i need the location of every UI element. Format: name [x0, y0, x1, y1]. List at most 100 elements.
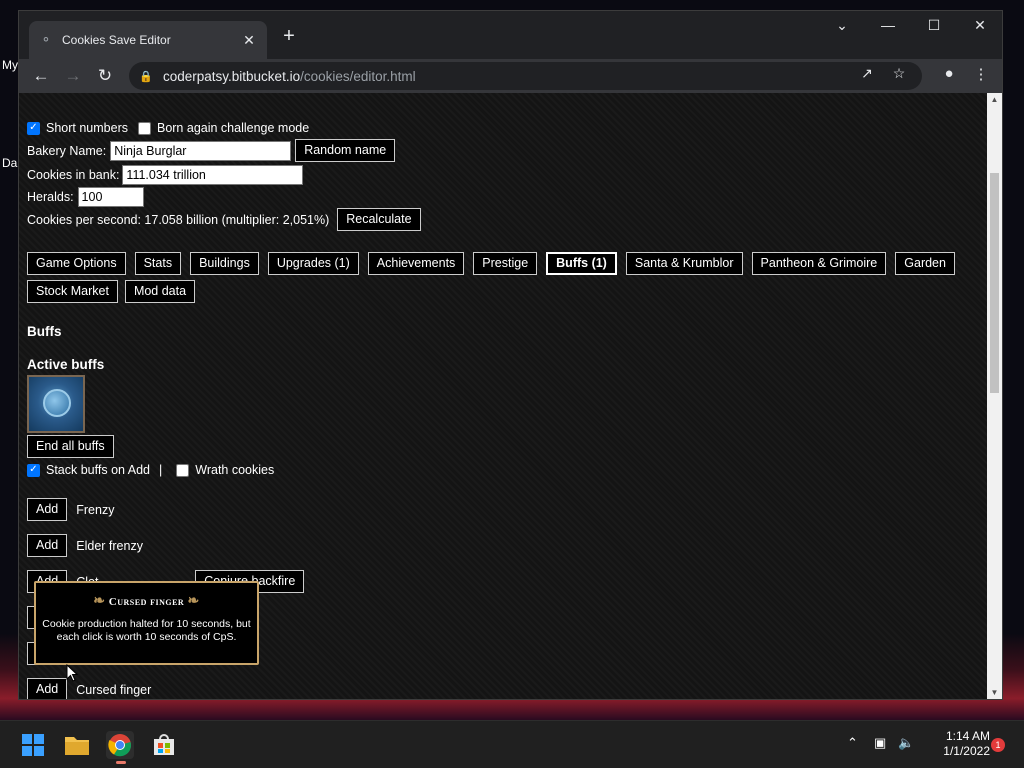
buff-row-frenzy: Add Frenzy — [27, 498, 114, 521]
profile-icon[interactable]: ● — [937, 65, 961, 82]
tab-search-icon[interactable]: ⌄ — [827, 17, 857, 34]
active-buffs-title: Active buffs — [27, 357, 105, 372]
wrath-cookies-checkbox[interactable] — [176, 463, 190, 477]
tab-prestige[interactable]: Prestige — [473, 252, 538, 275]
globe-icon: ⚬ — [40, 32, 52, 47]
close-window-button[interactable]: ✕ — [965, 17, 995, 34]
buff-name: Elder frenzy — [76, 538, 143, 553]
chrome-icon[interactable] — [106, 731, 134, 764]
bakery-name-input[interactable] — [110, 140, 292, 161]
new-tab-button[interactable]: + — [277, 25, 301, 48]
volume-icon[interactable]: 🔈 — [898, 735, 914, 751]
buff-row-elder-frenzy: Add Elder frenzy — [27, 534, 143, 557]
buff-name: Cursed finger — [76, 682, 152, 697]
born-again-label: Born again challenge mode — [156, 121, 310, 135]
end-all-buffs-button[interactable]: End all buffs — [27, 435, 114, 458]
editor-page: ✓ Short numbers Born again challenge mod… — [19, 93, 988, 699]
share-icon[interactable]: ↗ — [855, 65, 879, 82]
cookies-bank-input[interactable] — [122, 165, 304, 185]
cps-text: Cookies per second: 17.058 billion (mult… — [27, 212, 330, 227]
menu-icon[interactable]: ⋮ — [969, 65, 993, 83]
minimize-button[interactable]: — — [873, 17, 903, 33]
buff-tooltip: ❧ Cursed finger ❧ Cookie production halt… — [34, 581, 259, 665]
tab-buildings[interactable]: Buildings — [190, 252, 259, 275]
tab-buffs[interactable]: Buffs (1) — [546, 252, 617, 275]
file-explorer-icon[interactable] — [63, 731, 91, 759]
bookmark-star-icon[interactable]: ☆ — [887, 65, 911, 82]
browser-toolbar: ← → ↻ 🔒 coderpatsy.bitbucket.io/cookies/… — [19, 59, 1002, 93]
tab-row-1: Game Options Stats Buildings Upgrades (1… — [27, 252, 955, 275]
maximize-button[interactable]: ☐ — [919, 17, 949, 34]
tab-row-2: Stock Market Mod data — [27, 280, 196, 303]
cookies-bank-label: Cookies in bank: — [27, 168, 120, 182]
random-name-button[interactable]: Random name — [295, 139, 396, 162]
add-buff-button[interactable]: Add — [27, 534, 68, 557]
tab-game-options[interactable]: Game Options — [27, 252, 126, 275]
short-numbers-checkbox[interactable]: ✓ — [27, 121, 40, 135]
date: 1/1/2022 — [943, 744, 990, 758]
store-icon[interactable] — [150, 731, 178, 759]
tab-upgrades[interactable]: Upgrades (1) — [267, 252, 359, 275]
active-app-indicator — [116, 761, 126, 764]
taskbar: ⌃ ▣ 🔈 1:14 AM 1/1/2022 1 — [0, 720, 1024, 768]
add-buff-button[interactable]: Add — [27, 678, 68, 699]
lock-icon[interactable]: 🔒 — [139, 70, 153, 83]
tooltip-description: Cookie production halted for 10 seconds,… — [42, 618, 251, 643]
heralds-label: Heralds: — [27, 190, 74, 204]
address-bar[interactable]: 🔒 coderpatsy.bitbucket.io/cookies/editor… — [129, 62, 922, 90]
section-title: Buffs — [27, 324, 62, 339]
short-numbers-label: Short numbers — [46, 121, 128, 135]
tab-stock-market[interactable]: Stock Market — [27, 280, 118, 303]
born-again-checkbox[interactable] — [137, 121, 151, 135]
cps-row: Cookies per second: 17.058 billion (mult… — [27, 208, 421, 231]
heralds-input[interactable] — [77, 187, 144, 207]
stack-buffs-checkbox[interactable]: ✓ — [27, 463, 40, 477]
scrollbar-thumb[interactable] — [990, 173, 999, 393]
recalculate-button[interactable]: Recalculate — [337, 208, 421, 231]
back-button[interactable]: ← — [29, 65, 53, 87]
scroll-down-arrow-icon[interactable]: ▼ — [987, 688, 1002, 697]
url-host: coderpatsy.bitbucket.io — [163, 68, 301, 84]
buff-name: Frenzy — [76, 502, 115, 517]
network-icon[interactable]: ▣ — [874, 735, 886, 751]
desktop-icon-label[interactable]: Da — [2, 156, 17, 170]
wrath-cookies-label: Wrath cookies — [195, 463, 275, 477]
tab-santa-krumblor[interactable]: Santa & Krumblor — [625, 252, 743, 275]
end-buffs-row: End all buffs — [27, 435, 114, 458]
forward-button[interactable]: → — [61, 65, 85, 87]
bakery-name-label: Bakery Name: — [27, 143, 107, 158]
page-scrollbar[interactable]: ▲ ▼ — [987, 93, 1002, 699]
tooltip-title-text: Cursed finger — [108, 596, 185, 608]
browser-window: ⚬ Cookies Save Editor ✕ + ⌄ — ☐ ✕ ← → ↻ … — [18, 10, 1003, 700]
ornament-icon: ❧ — [187, 594, 200, 609]
close-tab-icon[interactable]: ✕ — [241, 32, 257, 49]
tab-strip: ⚬ Cookies Save Editor ✕ + ⌄ — ☐ ✕ — [19, 11, 1002, 59]
separator: | — [159, 463, 163, 477]
time: 1:14 AM — [945, 729, 990, 743]
scroll-up-arrow-icon[interactable]: ▲ — [987, 95, 1002, 104]
cookies-bank-row: Cookies in bank: — [27, 165, 304, 185]
desktop-icon-label[interactable]: My — [2, 58, 18, 72]
options-row: ✓ Short numbers Born again challenge mod… — [27, 121, 309, 135]
buff-orb-icon — [43, 389, 71, 417]
add-buff-button[interactable]: Add — [27, 498, 68, 521]
chevron-up-icon[interactable]: ⌃ — [847, 735, 858, 751]
heralds-row: Heralds: — [27, 187, 144, 207]
browser-tab[interactable]: ⚬ Cookies Save Editor ✕ — [29, 21, 267, 59]
tab-garden[interactable]: Garden — [895, 252, 955, 275]
tooltip-title: ❧ Cursed finger ❧ — [36, 593, 257, 610]
active-buff-icon[interactable] — [27, 375, 85, 433]
buff-options-row: ✓ Stack buffs on Add | Wrath cookies — [27, 463, 274, 477]
reload-button[interactable]: ↻ — [93, 65, 117, 87]
notification-badge[interactable]: 1 — [991, 738, 1005, 752]
tab-pantheon-grimoire[interactable]: Pantheon & Grimoire — [751, 252, 887, 275]
clock[interactable]: 1:14 AM 1/1/2022 — [943, 729, 990, 759]
start-icon[interactable] — [19, 731, 47, 759]
tab-stats[interactable]: Stats — [134, 252, 182, 275]
ornament-icon: ❧ — [93, 594, 106, 609]
tab-title: Cookies Save Editor — [62, 33, 171, 47]
tab-mod-data[interactable]: Mod data — [124, 280, 196, 303]
stack-buffs-label: Stack buffs on Add — [46, 463, 151, 477]
tab-achievements[interactable]: Achievements — [367, 252, 465, 275]
buff-row-cursed-finger: Add Cursed finger — [27, 678, 151, 699]
